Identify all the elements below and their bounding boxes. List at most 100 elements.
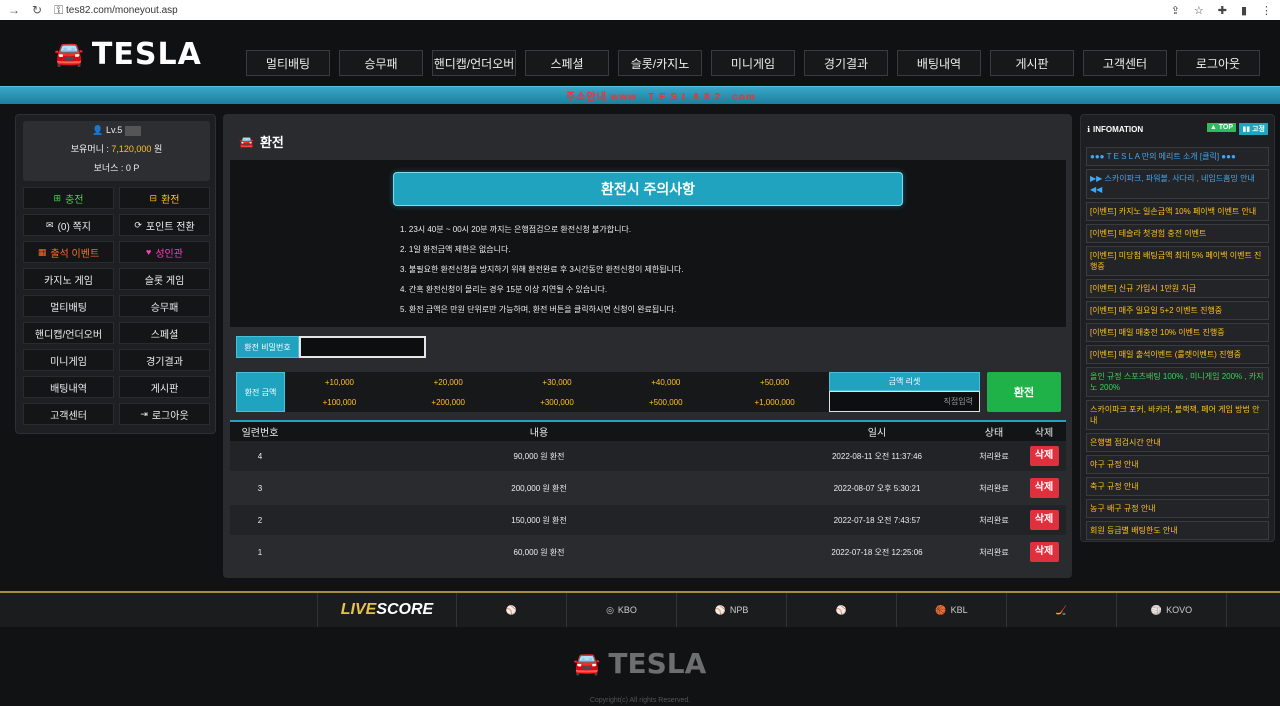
- nav-item-3[interactable]: 스페셜: [525, 50, 609, 76]
- window-icon[interactable]: ▮: [1241, 4, 1247, 17]
- info-item[interactable]: [이벤트] 미당첨 배팅금액 최대 5% 페이백 이벤트 진행중: [1086, 246, 1269, 276]
- league-link-1[interactable]: ◎ KBO: [567, 593, 677, 627]
- left-panel: 👤 Lv.5 보유머니 : 7,120,000 원 보너스 : 0 P ⊞ 충전 ⊟…: [15, 114, 216, 434]
- info-item[interactable]: ▶▶ 스카이파크, 파워볼, 사다리 , 네임드홈밍 안내 ◀◀: [1086, 169, 1269, 199]
- extension-icon[interactable]: ✚: [1218, 4, 1227, 17]
- league-link-5[interactable]: 🏒: [1007, 593, 1117, 627]
- league-link-4[interactable]: 🏀 KBL: [897, 593, 1007, 627]
- nav-item-2[interactable]: 핸디캡/언더오버: [432, 50, 516, 76]
- league-icon: ⚾: [835, 604, 848, 615]
- left-button-12[interactable]: 미니게임: [23, 349, 114, 371]
- info-item[interactable]: 축구 규정 안내: [1086, 477, 1269, 496]
- info-panel: ℹ INFOMATION ▲ TOP ▮▮ 고정 ●●● T E S L A 만…: [1080, 114, 1275, 542]
- direct-amount-input[interactable]: 직접입력: [829, 391, 980, 412]
- left-button-1[interactable]: ⊟ 환전: [119, 187, 210, 209]
- info-item[interactable]: 은행별 점검시간 안내: [1086, 433, 1269, 452]
- nav-item-0[interactable]: 멀티배팅: [246, 50, 330, 76]
- nav-item-10[interactable]: 로그아웃: [1176, 50, 1260, 76]
- share-icon[interactable]: ⇪: [1171, 4, 1180, 17]
- table-row: 2 150,000 원 환전 2022-07-18 오전 7:43:57 처리완료 삭제: [230, 505, 1066, 535]
- amount-button[interactable]: +100,000: [285, 392, 394, 412]
- left-button-0[interactable]: ⊞ 충전: [23, 187, 114, 209]
- left-button-3[interactable]: ⟳ 포인트 전환: [119, 214, 210, 236]
- amount-button[interactable]: +200,000: [394, 392, 503, 412]
- menu-icon[interactable]: ⋮: [1261, 4, 1272, 17]
- left-button-16[interactable]: 고객센터: [23, 403, 114, 425]
- nav-item-8[interactable]: 게시판: [990, 50, 1074, 76]
- info-item[interactable]: 회원 등급별 배팅한도 안내: [1086, 521, 1269, 540]
- password-input[interactable]: [299, 336, 426, 358]
- amount-button[interactable]: +500,000: [611, 392, 720, 412]
- info-item[interactable]: [이벤트] 테슬라 첫경험 충전 이벤트: [1086, 224, 1269, 243]
- amount-button[interactable]: +30,000: [503, 372, 612, 392]
- info-item[interactable]: [이벤트] 카지노 일손금액 10% 페이백 이벤트 안내: [1086, 202, 1269, 221]
- info-item[interactable]: 올인 규정 스포츠배팅 100% , 미니게임 200% , 카지노 200%: [1086, 367, 1269, 397]
- back-icon[interactable]: →: [8, 3, 20, 18]
- user-icon: 👤: [92, 125, 104, 135]
- money-value: 7,120,000: [111, 144, 152, 154]
- table-row: 1 60,000 원 환전 2022-07-18 오전 12:25:06 처리완료 삭제: [230, 537, 1066, 567]
- top-button[interactable]: ▲ TOP: [1206, 123, 1236, 132]
- amount-button[interactable]: +10,000: [285, 372, 394, 392]
- league-link-3[interactable]: ⚾: [787, 593, 897, 627]
- left-button-5[interactable]: ♥ 성인관: [119, 241, 210, 263]
- row-status: 처리완료: [979, 547, 1009, 557]
- amount-button[interactable]: +1,000,000: [720, 392, 829, 412]
- left-button-icon: ♥: [146, 247, 152, 257]
- amount-grid: +10,000 +20,000 +30,000 +40,000 +50,000 +100,…: [285, 372, 829, 412]
- nav-item-6[interactable]: 경기결과: [804, 50, 888, 76]
- league-link-2[interactable]: ⚾ NPB: [677, 593, 787, 627]
- left-button-13[interactable]: 경기결과: [119, 349, 210, 371]
- left-button-8[interactable]: 멀티배팅: [23, 295, 114, 317]
- left-button-7[interactable]: 슬롯 게임: [119, 268, 210, 290]
- info-item[interactable]: [이벤트] 매주 일요일 5+2 이벤트 진행중: [1086, 301, 1269, 320]
- info-item[interactable]: 야구 규정 안내: [1086, 455, 1269, 474]
- league-link-0[interactable]: ⚾: [457, 593, 567, 627]
- livescore-link[interactable]: LIVESCORE: [317, 593, 457, 627]
- left-button-15[interactable]: 게시판: [119, 376, 210, 398]
- star-icon[interactable]: ☆: [1194, 4, 1204, 17]
- left-button-17[interactable]: ⇥ 로그아웃: [119, 403, 210, 425]
- info-item[interactable]: [이벤트] 신규 가입시 1만원 지급: [1086, 279, 1269, 298]
- left-button-4[interactable]: ▦ 출석 이벤트: [23, 241, 114, 263]
- left-button-2[interactable]: ✉ (0) 쪽지: [23, 214, 114, 236]
- amount-button[interactable]: +40,000: [611, 372, 720, 392]
- amount-right: 금액 리셋 직접입력: [829, 372, 980, 412]
- left-button-10[interactable]: 핸디캡/언더오버: [23, 322, 114, 344]
- site-logo[interactable]: 🚘 TESLA: [54, 37, 202, 72]
- nav-item-7[interactable]: 배팅내역: [897, 50, 981, 76]
- left-button-label: 경기결과: [146, 356, 183, 368]
- reset-amount-button[interactable]: 금액 리셋: [829, 372, 980, 391]
- withdraw-submit-button[interactable]: 환전: [987, 372, 1061, 412]
- delete-button[interactable]: 삭제: [1029, 478, 1059, 498]
- amount-button[interactable]: +50,000: [720, 372, 829, 392]
- nav-item-1[interactable]: 승무패: [339, 50, 423, 76]
- amount-button[interactable]: +20,000: [394, 372, 503, 392]
- info-item[interactable]: ●●● T E S L A 만의 메리트 소개 [클릭] ●●●: [1086, 147, 1269, 166]
- left-button-6[interactable]: 카지노 게임: [23, 268, 114, 290]
- row-date: 2022-08-11 오전 11:37:46: [831, 451, 923, 461]
- nav-item-9[interactable]: 고객센터: [1083, 50, 1167, 76]
- nav-item-5[interactable]: 미니게임: [711, 50, 795, 76]
- info-item[interactable]: [이벤트] 매일 매충전 10% 이벤트 진행중: [1086, 323, 1269, 342]
- left-button-label: 출석 이벤트: [50, 248, 100, 260]
- amount-button[interactable]: +300,000: [503, 392, 612, 412]
- livescore-items: LIVESCORE ⚾ ◎ KBO ⚾ NPB ⚾ 🏀 KBL 🏒 🏐 KOVO: [317, 593, 1227, 627]
- address-bar[interactable]: tes82.com/moneyout.asp: [66, 5, 1171, 16]
- left-button-11[interactable]: 스페셜: [119, 322, 210, 344]
- left-button-9[interactable]: 승무패: [119, 295, 210, 317]
- delete-button[interactable]: 삭제: [1029, 510, 1059, 530]
- delete-button[interactable]: 삭제: [1029, 446, 1059, 466]
- delete-button[interactable]: 삭제: [1029, 542, 1059, 562]
- info-item[interactable]: 스카이파크 포커, 바카라, 블랙잭, 페어 게임 방법 안내: [1086, 400, 1269, 430]
- nav-item-4[interactable]: 슬롯/카지노: [618, 50, 702, 76]
- info-item[interactable]: 농구 배구 규정 안내: [1086, 499, 1269, 518]
- reload-icon[interactable]: ↻: [32, 3, 42, 18]
- fix-button[interactable]: ▮▮ 고정: [1239, 123, 1268, 135]
- league-link-6[interactable]: 🏐 KOVO: [1117, 593, 1227, 627]
- col-status: 상태: [984, 428, 1004, 439]
- left-button-14[interactable]: 배팅내역: [23, 376, 114, 398]
- info-item[interactable]: [이벤트] 매일 출석이벤트 (룰렛이벤트) 진행중: [1086, 345, 1269, 364]
- logo-text: TESLA: [91, 37, 202, 72]
- bonus-row: 보너스 : 0 P: [93, 163, 140, 173]
